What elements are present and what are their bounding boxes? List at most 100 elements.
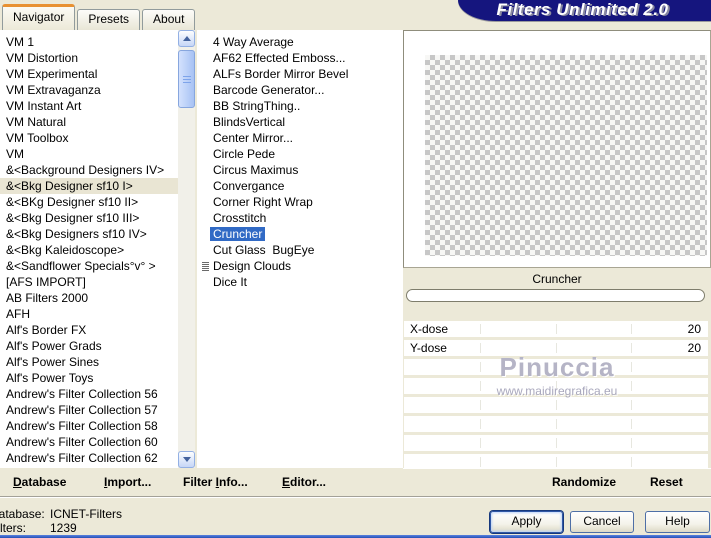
category-item[interactable]: VM Natural	[0, 114, 178, 130]
filter-item-label: Dice It	[213, 275, 248, 289]
filter-item[interactable]: Crosstitch	[197, 210, 403, 226]
filter-item-label: 4 Way Average	[213, 35, 294, 49]
category-item[interactable]: &<Bkg Designers sf10 IV>	[0, 226, 178, 242]
menu-row: Database Import... Filter Info... Editor...	[0, 468, 403, 496]
filter-item-label: Circle Pede	[213, 147, 276, 161]
category-item[interactable]: Andrew's Filter Collection 58	[0, 418, 178, 434]
category-item[interactable]: VM Instant Art	[0, 98, 178, 114]
filter-item[interactable]: Circus Maximus	[197, 162, 403, 178]
category-item[interactable]: Andrew's Filter Collection 56	[0, 386, 178, 402]
menu-item-database[interactable]: Database	[13, 475, 66, 489]
menu-item-filter-info[interactable]: Filter Info...	[183, 475, 248, 489]
filter-item[interactable]: ALFs Border Mirror Bevel	[197, 66, 403, 82]
scroll-up-button[interactable]	[178, 30, 195, 47]
category-item[interactable]: &<Bkg Kaleidoscope>	[0, 242, 178, 258]
parameter-panel: Cruncher X-dose 20 Y-dose 20 Pinuccia www.m…	[403, 268, 711, 468]
tab-about[interactable]: About	[142, 9, 196, 30]
tab-presets[interactable]: Presets	[77, 9, 141, 30]
slider-value: 20	[687, 322, 701, 336]
cancel-button[interactable]: Cancel	[570, 511, 634, 533]
slider-row[interactable]	[404, 359, 708, 375]
category-list[interactable]: VM 1 VM Distortion VM Experimental VM Extra…	[0, 30, 178, 468]
filter-item-label: BlindsVertical	[213, 115, 286, 129]
filter-item-label: Cruncher	[210, 227, 266, 241]
filter-item-label: Convergance	[213, 179, 285, 193]
category-item[interactable]: Andrew's Filter Collection 57	[0, 402, 178, 418]
randomize-button[interactable]: Randomize	[552, 475, 616, 489]
category-item[interactable]: VM Toolbox	[0, 130, 178, 146]
slider-row[interactable]: Y-dose 20	[404, 340, 708, 356]
app-title: Filters Unlimited 2.0	[496, 0, 669, 19]
slider-row[interactable]	[404, 435, 708, 451]
filter-item-label: Corner Right Wrap	[213, 195, 313, 209]
category-item[interactable]: VM Experimental	[0, 66, 178, 82]
filter-item-label: Barcode Generator...	[213, 83, 325, 97]
slider-value: 20	[687, 341, 701, 355]
slider-rows: X-dose 20 Y-dose 20	[404, 321, 708, 468]
filter-item[interactable]: Barcode Generator...	[197, 82, 403, 98]
slider-row[interactable]	[404, 416, 708, 432]
title-banner: Filters Unlimited 2.0	[458, 0, 711, 21]
slider-row[interactable]	[404, 397, 708, 413]
slider-row[interactable]: X-dose 20	[404, 321, 708, 337]
slider-row[interactable]	[404, 378, 708, 394]
category-item[interactable]: VM Extravaganza	[0, 82, 178, 98]
tab-strip: Navigator Presets About	[2, 4, 197, 30]
category-item[interactable]: VM	[0, 146, 178, 162]
category-item[interactable]: Alf's Power Sines	[0, 354, 178, 370]
category-item[interactable]: &<Background Designers IV>	[0, 162, 178, 178]
filter-item-label: Design Clouds	[213, 259, 292, 273]
apply-button[interactable]: Apply	[490, 511, 563, 533]
filter-item-label: Crosstitch	[213, 211, 267, 225]
category-item[interactable]: &<Bkg Designer sf10 III>	[0, 210, 178, 226]
reset-button[interactable]: Reset	[650, 475, 683, 489]
chevron-up-icon	[182, 36, 191, 41]
filter-item-label: Center Mirror...	[213, 131, 294, 145]
filter-item[interactable]: Corner Right Wrap	[197, 194, 403, 210]
filter-item[interactable]: Dice It	[197, 274, 403, 290]
database-label: Database:	[0, 507, 45, 521]
scroll-down-button[interactable]	[178, 451, 195, 468]
slider-row[interactable]	[404, 454, 708, 468]
filter-list[interactable]: 4 Way Average AF62 Effected Emboss... ALFs…	[197, 30, 403, 468]
category-item[interactable]: VM 1	[0, 34, 178, 50]
filter-item[interactable]: Design Clouds	[197, 258, 403, 274]
scrollbar-grip-icon	[182, 75, 191, 83]
filters-label: Filters:	[0, 521, 26, 535]
category-item[interactable]: AB Filters 2000	[0, 290, 178, 306]
filter-item-label: ALFs Border Mirror Bevel	[213, 67, 349, 81]
category-item[interactable]: Andrew's Filter Collection 60	[0, 434, 178, 450]
filter-item[interactable]: BlindsVertical	[197, 114, 403, 130]
filter-item[interactable]: Circle Pede	[197, 146, 403, 162]
category-item[interactable]: &<BKg Designer sf10 II>	[0, 194, 178, 210]
category-item[interactable]: Alf's Border FX	[0, 322, 178, 338]
scrollbar-thumb[interactable]	[178, 50, 195, 108]
transparency-checkerboard	[425, 55, 707, 256]
preview-pane	[403, 30, 711, 268]
menu-item-import[interactable]: Import...	[104, 475, 151, 489]
filter-item-label: Circus Maximus	[213, 163, 299, 177]
filter-item[interactable]: 4 Way Average	[197, 34, 403, 50]
slider-label: X-dose	[410, 322, 449, 336]
category-item[interactable]: [AFS IMPORT]	[0, 274, 178, 290]
category-item[interactable]: &<Sandflower Specials°v° >	[0, 258, 178, 274]
filter-item[interactable]: Cruncher	[197, 226, 403, 242]
category-item[interactable]: Alf's Power Toys	[0, 370, 178, 386]
filter-item[interactable]: AF62 Effected Emboss...	[197, 50, 403, 66]
category-item[interactable]: AFH	[0, 306, 178, 322]
category-item[interactable]: Alf's Power Grads	[0, 338, 178, 354]
filters-value: 1239	[50, 521, 77, 535]
randomize-bar: Randomize Reset	[403, 468, 711, 496]
chevron-down-icon	[182, 457, 191, 462]
menu-item-editor[interactable]: Editor...	[282, 475, 326, 489]
category-item[interactable]: VM Distortion	[0, 50, 178, 66]
filter-item[interactable]: Convergance	[197, 178, 403, 194]
filter-item[interactable]: Center Mirror...	[197, 130, 403, 146]
filter-item[interactable]: BB StringThing..	[197, 98, 403, 114]
tab-navigator[interactable]: Navigator	[2, 4, 76, 30]
help-button[interactable]: Help	[645, 511, 710, 533]
category-item[interactable]: Andrew's Filter Collection 62	[0, 450, 178, 466]
filter-item[interactable]: Cut Glass BugEye	[197, 242, 403, 258]
category-item[interactable]: &<Bkg Designer sf10 I>	[0, 178, 178, 194]
category-scrollbar[interactable]	[178, 30, 195, 468]
